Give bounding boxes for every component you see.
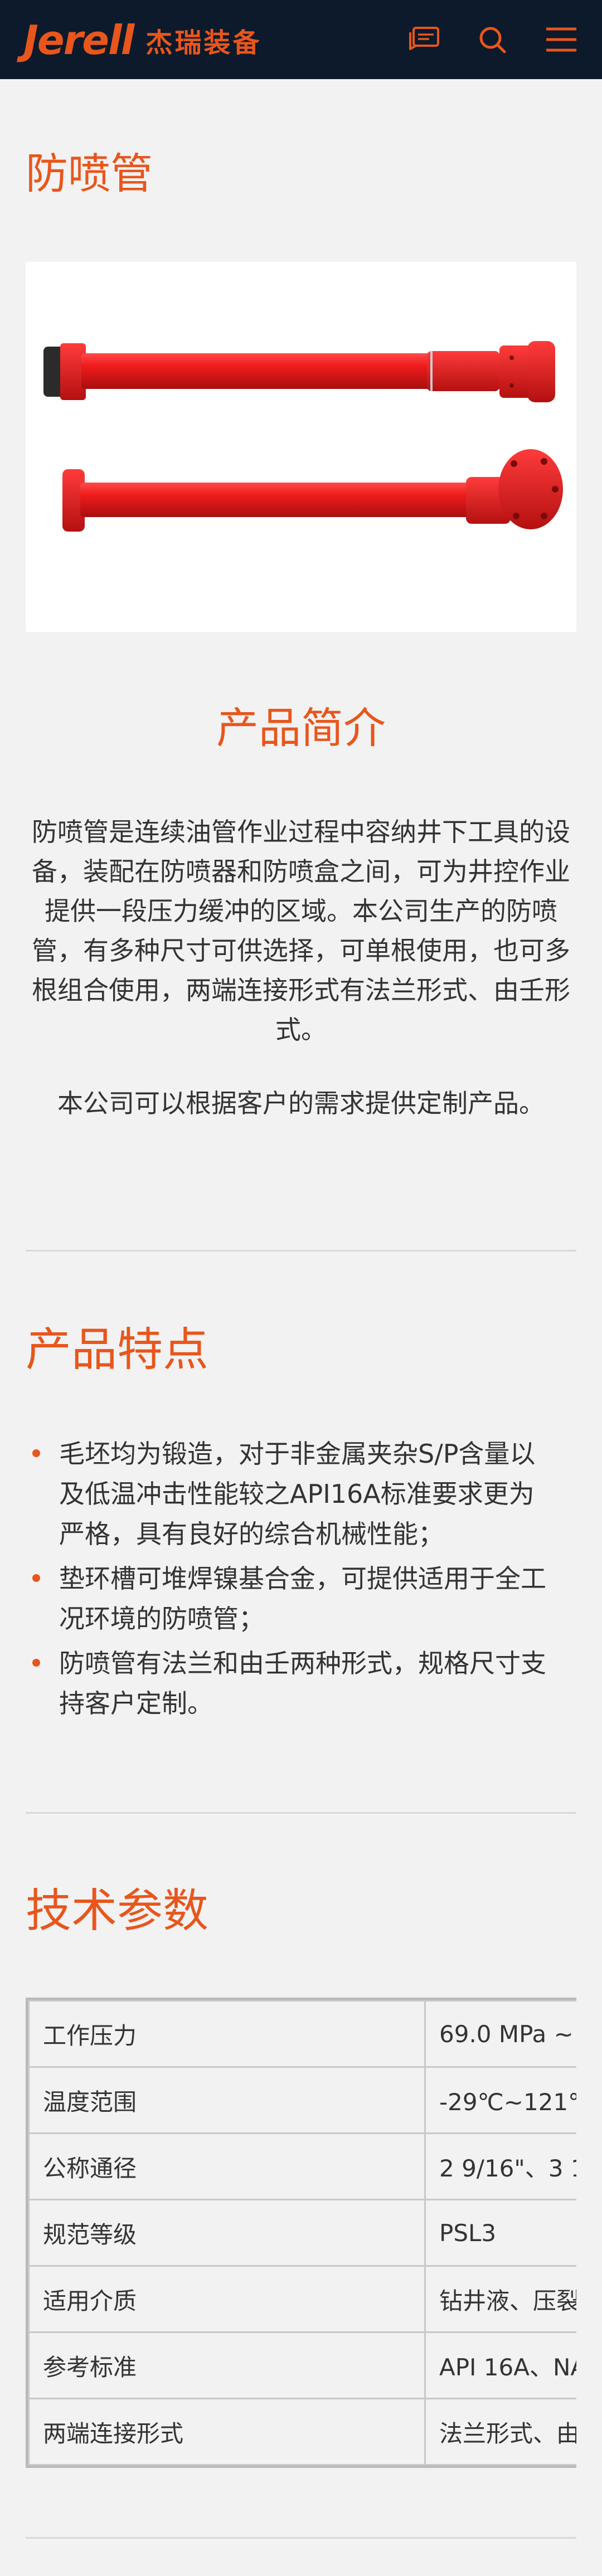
table-row: 公称通径2 9/16"、3 1/16"、4 1/16" bbox=[28, 2132, 576, 2200]
page-title: 防喷管 bbox=[26, 149, 153, 198]
list-item: 防喷管有法兰和由壬两种形式，规格尺寸支持客户定制。 bbox=[31, 1643, 555, 1723]
section-divider bbox=[26, 1812, 576, 1814]
specs-heading: 技术参数 bbox=[26, 1884, 209, 1937]
spec-key: 温度范围 bbox=[28, 2066, 426, 2134]
spec-key: 规范等级 bbox=[28, 2199, 426, 2267]
bullet-icon bbox=[32, 1659, 40, 1667]
spec-value: 69.0 MPa ~ 138.0 MPa bbox=[424, 2000, 576, 2068]
spec-value: 法兰形式、由壬形式 bbox=[424, 2398, 576, 2466]
specs-table[interactable]: 工作压力69.0 MPa ~ 138.0 MPa 温度范围-29℃~121℃、-… bbox=[26, 1998, 576, 2468]
spec-key: 适用介质 bbox=[28, 2265, 426, 2333]
logo-chinese-name: 杰瑞装备 bbox=[145, 27, 262, 59]
spec-value: API 16A、NACE MR0175 bbox=[424, 2331, 576, 2399]
features-list: 毛坯均为锻造，对于非金属夹杂S/P含量以及低温冲击性能较之API16A标准要求更… bbox=[31, 1434, 555, 1728]
spec-value: 2 9/16"、3 1/16"、4 1/16" bbox=[424, 2132, 576, 2200]
table-row: 规范等级 PSL3 bbox=[28, 2199, 576, 2267]
spec-key: 参考标准 bbox=[28, 2331, 426, 2399]
company-logo[interactable]: Jerell 杰瑞装备 bbox=[23, 20, 261, 60]
table-row: 适用介质钻井液、压裂液、含H2S bbox=[28, 2265, 576, 2333]
spec-value: PSL3 bbox=[424, 2199, 576, 2267]
section-divider bbox=[26, 1250, 576, 1252]
table-row: 工作压力69.0 MPa ~ 138.0 MPa bbox=[28, 2000, 576, 2068]
table-row: 参考标准API 16A、NACE MR0175 bbox=[28, 2331, 576, 2399]
intro-custom-note: 本公司可以根据客户的需求提供定制产品。 bbox=[57, 1088, 545, 1118]
table-row: 温度范围-29℃~121℃、-46℃~121℃ bbox=[28, 2066, 576, 2134]
section-divider bbox=[26, 2537, 576, 2539]
features-heading: 产品特点 bbox=[26, 1323, 209, 1376]
logo-wordmark: Jerell bbox=[23, 17, 134, 64]
bullet-icon bbox=[32, 1574, 40, 1582]
message-icon[interactable] bbox=[406, 21, 443, 58]
intro-heading: 产品简介 bbox=[216, 703, 386, 753]
list-item: 垫环槽可堆焊镍基合金，可提供适用于全工况环境的防喷管； bbox=[31, 1559, 555, 1639]
spec-value: 钻井液、压裂液、含H2S bbox=[424, 2265, 576, 2333]
intro-paragraph: 防喷管是连续油管作业过程中容纳井下工具的设备，装配在防喷器和防喷盒之间，可为井控… bbox=[32, 817, 570, 1045]
table-row: 两端连接形式法兰形式、由壬形式 bbox=[28, 2398, 576, 2466]
product-image bbox=[26, 262, 576, 632]
spec-key: 公称通径 bbox=[28, 2132, 426, 2200]
list-item: 毛坯均为锻造，对于非金属夹杂S/P含量以及低温冲击性能较之API16A标准要求更… bbox=[31, 1434, 555, 1554]
menu-icon[interactable] bbox=[543, 21, 580, 58]
search-icon[interactable] bbox=[474, 21, 511, 58]
top-header: Jerell 杰瑞装备 bbox=[0, 0, 602, 79]
spec-key: 工作压力 bbox=[28, 2000, 426, 2068]
spec-value: -29℃~121℃、-46℃~121℃ bbox=[424, 2066, 576, 2134]
bullet-icon bbox=[32, 1449, 40, 1457]
spec-key: 两端连接形式 bbox=[28, 2398, 426, 2466]
